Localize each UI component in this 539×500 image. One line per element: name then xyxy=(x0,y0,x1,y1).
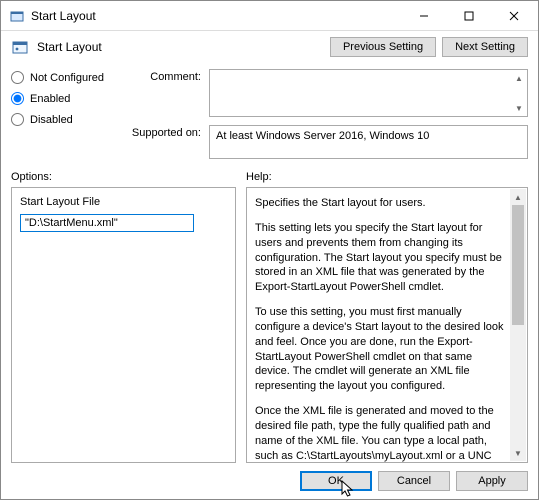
scroll-down-icon[interactable]: ▼ xyxy=(510,445,526,461)
scroll-track[interactable] xyxy=(510,205,526,445)
title-bar: Start Layout xyxy=(1,1,538,31)
config-row: Not Configured Enabled Disabled Comment:… xyxy=(1,69,538,165)
state-radios: Not Configured Enabled Disabled xyxy=(11,69,121,159)
radio-enabled-input[interactable] xyxy=(11,92,24,105)
radio-disabled[interactable]: Disabled xyxy=(11,113,121,126)
options-column: Options: Start Layout File xyxy=(11,171,236,463)
start-layout-file-input[interactable] xyxy=(20,214,194,232)
minimize-button[interactable] xyxy=(401,1,446,30)
help-scrollbar[interactable]: ▲ ▼ xyxy=(510,189,526,461)
footer-buttons: OK Cancel Apply xyxy=(1,463,538,499)
window-buttons xyxy=(401,1,536,30)
help-text: Specifies the Start layout for users. Th… xyxy=(255,196,507,463)
cancel-button[interactable]: Cancel xyxy=(378,471,450,491)
help-p3: To use this setting, you must first manu… xyxy=(255,305,507,394)
previous-setting-button[interactable]: Previous Setting xyxy=(330,37,436,57)
apply-button[interactable]: Apply xyxy=(456,471,528,491)
setting-nav: Previous Setting Next Setting xyxy=(330,37,528,57)
supported-on-value: At least Windows Server 2016, Windows 10 xyxy=(209,125,528,159)
close-button[interactable] xyxy=(491,1,536,30)
next-setting-button[interactable]: Next Setting xyxy=(442,37,528,57)
comment-label: Comment: xyxy=(121,69,201,83)
radio-disabled-label: Disabled xyxy=(30,114,73,126)
help-p4: Once the XML file is generated and moved… xyxy=(255,404,507,463)
ok-button-label: OK xyxy=(328,475,344,487)
window-root: Start Layout Start Layout Previous Setti… xyxy=(0,0,539,500)
comment-column: Comment: ▲ ▼ Supported on: At least Wind… xyxy=(121,69,528,159)
scroll-up-icon[interactable]: ▲ xyxy=(511,70,527,86)
scroll-track[interactable] xyxy=(511,86,527,100)
start-layout-file-label: Start Layout File xyxy=(20,196,227,208)
help-p2: This setting lets you specify the Start … xyxy=(255,221,507,295)
app-icon xyxy=(9,8,25,24)
radio-enabled[interactable]: Enabled xyxy=(11,92,121,105)
help-heading: Help: xyxy=(246,171,528,183)
scroll-thumb[interactable] xyxy=(512,205,524,325)
maximize-button[interactable] xyxy=(446,1,491,30)
policy-icon xyxy=(11,38,29,56)
help-panel: Specifies the Start layout for users. Th… xyxy=(246,187,528,463)
help-column: Help: Specifies the Start layout for use… xyxy=(246,171,528,463)
comment-input[interactable]: ▲ ▼ xyxy=(209,69,528,117)
radio-not-configured-input[interactable] xyxy=(11,71,24,84)
comment-scrollbar[interactable]: ▲ ▼ xyxy=(511,70,527,116)
window-title: Start Layout xyxy=(31,9,401,23)
radio-not-configured[interactable]: Not Configured xyxy=(11,71,121,84)
radio-disabled-input[interactable] xyxy=(11,113,24,126)
scroll-down-icon[interactable]: ▼ xyxy=(511,100,527,116)
lower-panels: Options: Start Layout File Help: Specifi… xyxy=(1,165,538,463)
radio-not-configured-label: Not Configured xyxy=(30,72,104,84)
scroll-up-icon[interactable]: ▲ xyxy=(510,189,526,205)
radio-enabled-label: Enabled xyxy=(30,93,70,105)
options-panel: Start Layout File xyxy=(11,187,236,463)
help-p1: Specifies the Start layout for users. xyxy=(255,196,507,211)
header-row: Start Layout Previous Setting Next Setti… xyxy=(1,31,538,69)
ok-button[interactable]: OK xyxy=(300,471,372,491)
options-heading: Options: xyxy=(11,171,236,183)
header-label: Start Layout xyxy=(37,40,322,54)
supported-on-label: Supported on: xyxy=(121,125,201,139)
